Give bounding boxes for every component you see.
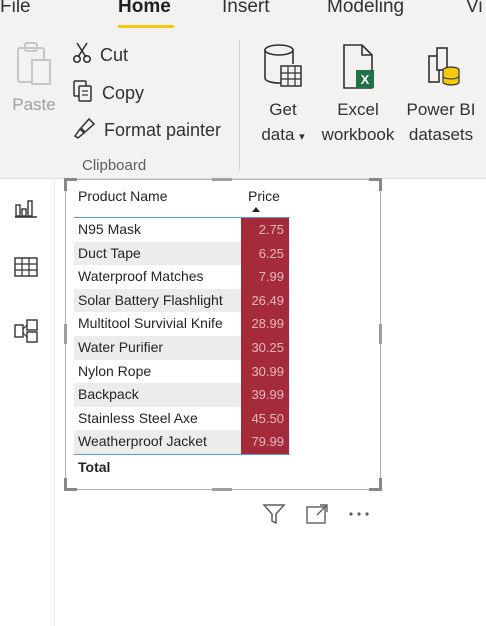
column-header-product-name[interactable]: Product Name <box>78 188 167 204</box>
product-name-cell: Stainless Steel Axe <box>78 409 198 426</box>
get-data-button[interactable]: Get data ▾ <box>252 42 314 150</box>
price-cell: 2.75 <box>241 218 289 242</box>
resize-edge-handle[interactable] <box>379 324 382 344</box>
product-name-cell: Water Purifier <box>78 338 164 355</box>
ribbon-tab-bar: File Home Insert Modeling Vi <box>0 0 486 28</box>
product-name-cell: Backpack <box>78 386 139 403</box>
excel-label-line2: workbook <box>321 125 395 144</box>
tab-insert[interactable]: Insert <box>222 0 270 18</box>
resize-corner-handle[interactable] <box>64 478 77 491</box>
power-bi-datasets-button[interactable]: Power BI datasets <box>402 42 480 147</box>
cut-label: Cut <box>100 44 129 65</box>
table-row[interactable]: Multitool Survivial Knife 28.99 <box>74 312 290 336</box>
table-header: Product Name Price <box>74 185 290 218</box>
total-label: Total <box>78 459 111 476</box>
product-name-cell: Solar Battery Flashlight <box>78 291 223 308</box>
data-table: Product Name Price N95 Mask 2.75 Duct Ta… <box>74 185 290 479</box>
paste-button[interactable]: Paste <box>8 40 60 115</box>
format-painter-button[interactable]: Format painter <box>72 117 221 143</box>
model-view-icon[interactable] <box>12 317 40 345</box>
product-name-cell: Nylon Rope <box>78 362 152 379</box>
dataset-icon <box>419 47 463 96</box>
power-bi-label-line1: Power BI <box>406 100 476 119</box>
column-header-price[interactable]: Price <box>248 188 280 204</box>
product-name-cell: N95 Mask <box>78 221 142 237</box>
cut-button[interactable]: Cut <box>72 42 128 68</box>
ribbon-group-divider <box>239 40 240 170</box>
resize-edge-handle[interactable] <box>64 324 67 344</box>
paste-label: Paste <box>12 95 56 114</box>
ribbon: Paste Cut Copy Format painter Clipboard … <box>0 28 486 179</box>
table-row[interactable]: Solar Battery Flashlight 26.49 <box>74 288 290 313</box>
table-row[interactable]: Nylon Rope 30.99 <box>74 359 290 384</box>
svg-text:X: X <box>361 72 370 87</box>
tab-modeling[interactable]: Modeling <box>327 0 404 18</box>
tab-view[interactable]: Vi <box>466 0 483 18</box>
tab-home[interactable]: Home <box>118 0 171 18</box>
price-cell: 30.99 <box>241 359 289 384</box>
view-switcher-rail <box>0 179 55 626</box>
copy-label: Copy <box>102 82 145 103</box>
clipboard-group-label: Clipboard <box>82 157 147 174</box>
copy-button[interactable]: Copy <box>72 79 145 107</box>
scissors-icon <box>72 42 92 69</box>
table-row[interactable]: Weatherproof Jacket 79.99 <box>74 430 290 454</box>
paintbrush-icon <box>72 117 96 144</box>
chevron-down-icon: ▾ <box>299 131 305 143</box>
price-cell: 30.25 <box>241 335 289 360</box>
get-data-label-line1: Get <box>269 100 297 119</box>
paste-icon <box>14 42 54 90</box>
tab-file[interactable]: File <box>0 0 31 18</box>
database-icon <box>261 44 305 96</box>
table-row[interactable]: Duct Tape 6.25 <box>74 241 290 266</box>
product-name-cell: Waterproof Matches <box>78 268 204 285</box>
resize-corner-handle[interactable] <box>369 178 382 191</box>
total-row: Total <box>74 455 290 479</box>
resize-corner-handle[interactable] <box>369 478 382 491</box>
product-name-cell: Duct Tape <box>78 244 141 261</box>
excel-workbook-button[interactable]: X Excel workbook <box>316 42 400 147</box>
table-row[interactable]: Water Purifier 30.25 <box>74 335 290 360</box>
price-cell: 39.99 <box>241 383 289 407</box>
resize-edge-handle[interactable] <box>212 488 232 491</box>
power-bi-label-line2: datasets <box>408 125 474 144</box>
price-cell: 7.99 <box>241 265 289 289</box>
copy-icon <box>72 79 94 107</box>
table-row[interactable]: Backpack 39.99 <box>74 383 290 407</box>
excel-label-line1: Excel <box>337 100 379 119</box>
product-name-cell: Weatherproof Jacket <box>78 433 207 450</box>
format-painter-label: Format painter <box>104 119 222 140</box>
product-name-cell: Multitool Survivial Knife <box>78 315 223 332</box>
table-row[interactable]: Stainless Steel Axe 45.50 <box>74 406 290 431</box>
filter-icon[interactable] <box>262 503 286 525</box>
table-row[interactable]: Waterproof Matches 7.99 <box>74 265 290 289</box>
focus-mode-icon[interactable] <box>305 503 329 525</box>
price-cell: 6.25 <box>241 241 289 266</box>
price-cell: 45.50 <box>241 406 289 431</box>
get-data-label-line2: data <box>261 125 295 144</box>
resize-edge-handle[interactable] <box>212 178 232 181</box>
sort-ascending-icon <box>252 207 260 212</box>
table-visual[interactable]: Product Name Price N95 Mask 2.75 Duct Ta… <box>64 178 382 491</box>
excel-icon: X <box>336 44 380 96</box>
data-view-icon[interactable] <box>12 253 40 281</box>
price-cell: 79.99 <box>241 430 289 454</box>
report-view-icon[interactable] <box>12 194 40 222</box>
more-options-icon[interactable] <box>347 503 373 525</box>
table-row[interactable]: N95 Mask 2.75 <box>74 218 290 242</box>
price-cell: 28.99 <box>241 312 289 336</box>
price-cell: 26.49 <box>241 288 289 313</box>
